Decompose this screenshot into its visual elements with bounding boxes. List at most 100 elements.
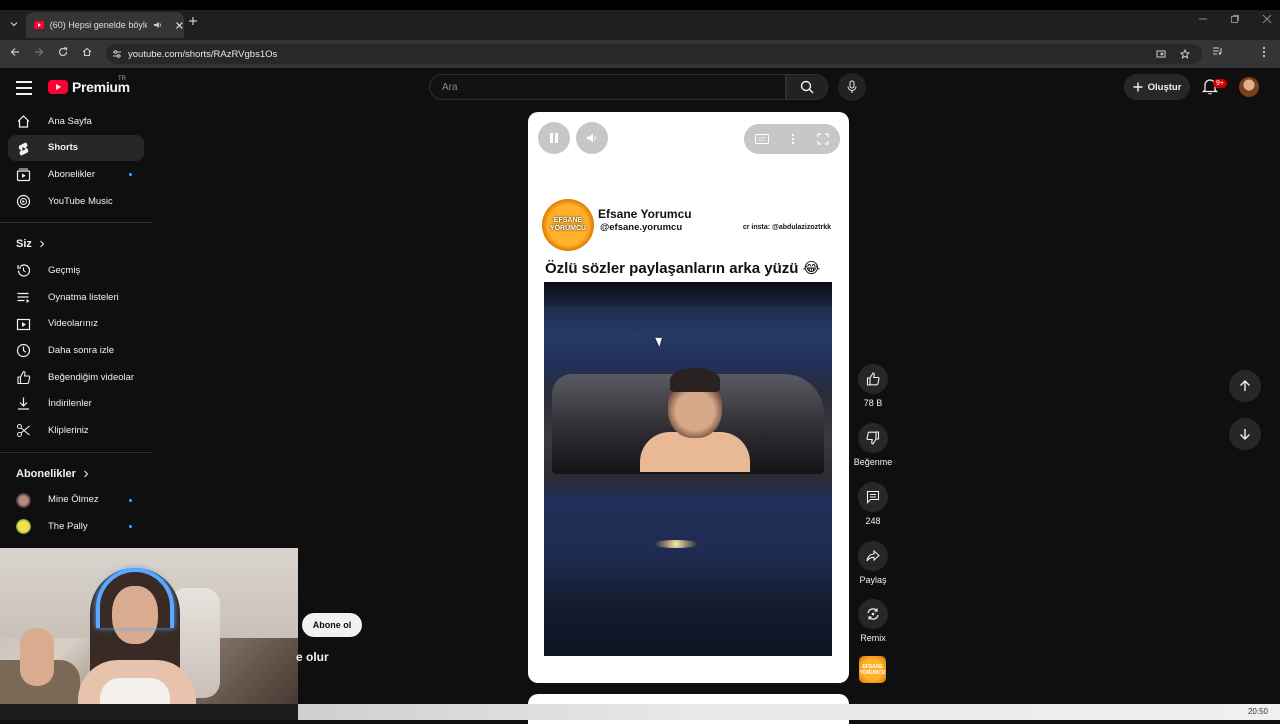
person-shirt xyxy=(640,432,750,472)
short-player[interactable]: CC EFSANE YORUMCU Efsane Yorumcu @efsane… xyxy=(528,112,849,683)
video-frame[interactable] xyxy=(544,282,832,656)
sidebar-item-label: Abonelikler xyxy=(48,168,95,180)
new-tab-button[interactable] xyxy=(188,16,198,26)
playlists-icon xyxy=(17,292,30,303)
tab-title: (60) Hepsi genelde böyle ol xyxy=(49,20,148,30)
sidebar-item-youtube-music[interactable]: YouTube Music xyxy=(0,188,152,215)
tab-search-button[interactable] xyxy=(4,14,24,34)
next-short-button[interactable] xyxy=(1229,418,1261,450)
subscriptions-title-text: Abonelikler xyxy=(16,467,76,480)
dislike-button[interactable]: Beğenme xyxy=(852,423,894,467)
subscription-item[interactable]: The Pally xyxy=(0,513,152,540)
subscription-item[interactable]: Mine Ölmez xyxy=(0,487,152,514)
downloads-icon xyxy=(18,397,29,410)
arrow-down-icon xyxy=(1240,429,1250,440)
url-text: youtube.com/shorts/RAzRVgbs1Os xyxy=(128,48,278,60)
close-tab-icon[interactable] xyxy=(175,21,184,30)
search-input[interactable]: Ara xyxy=(429,74,786,100)
chevron-down-icon xyxy=(10,22,18,27)
restore-icon[interactable] xyxy=(1230,14,1240,24)
previous-short-button[interactable] xyxy=(1229,370,1261,402)
subscription-label: The Pally xyxy=(48,520,88,532)
speaker-icon[interactable] xyxy=(153,20,163,30)
you-section-title[interactable]: Siz xyxy=(0,231,152,257)
youtube-play-icon xyxy=(48,80,68,94)
create-button[interactable]: Oluştur xyxy=(1124,74,1190,100)
door-handle-light xyxy=(654,540,698,548)
more-options-icon[interactable] xyxy=(791,133,795,145)
bookmark-star-icon[interactable] xyxy=(1180,49,1190,59)
sidebar-item-daha-sonra-izle[interactable]: Daha sonra izle xyxy=(0,337,152,364)
like-button[interactable]: 78 B xyxy=(852,364,894,408)
home-icon xyxy=(17,115,30,128)
more-vert-icon[interactable] xyxy=(1262,46,1266,58)
remix-icon xyxy=(867,608,879,620)
user-avatar[interactable] xyxy=(1239,77,1259,97)
clock: 20:50 xyxy=(1247,707,1268,716)
subscribe-button[interactable]: Abone ol xyxy=(302,613,362,637)
partial-title-text: e olur xyxy=(296,650,329,664)
browser-tab[interactable]: (60) Hepsi genelde böyle ol xyxy=(26,12,184,38)
plus-icon xyxy=(189,17,197,25)
minimize-icon[interactable] xyxy=(1198,14,1208,24)
sidebar-item-abonelikler[interactable]: Abonelikler xyxy=(0,161,152,188)
reload-icon[interactable] xyxy=(58,47,68,57)
channel-logo[interactable]: EFSANE YORUMCU xyxy=(542,199,594,251)
sidebar-item-be-endi-im-videolar[interactable]: Beğendiğim videolar xyxy=(0,364,152,391)
watch-later-icon xyxy=(16,344,31,358)
clips-icon xyxy=(17,423,30,437)
search-placeholder: Ara xyxy=(442,81,458,93)
sidebar-item-i-ndirilenler[interactable]: İndirilenler xyxy=(0,390,152,417)
channel-avatar xyxy=(16,492,31,508)
channel-handle[interactable]: @efsane.yorumcu xyxy=(600,222,682,233)
sidebar-item-label: Videolarınız xyxy=(48,318,98,330)
new-content-dot xyxy=(129,498,132,502)
fullscreen-icon[interactable] xyxy=(817,133,829,145)
channel-avatar xyxy=(16,519,31,535)
share-button[interactable]: Paylaş xyxy=(852,541,894,585)
home-icon[interactable] xyxy=(82,47,92,57)
pause-button[interactable] xyxy=(538,122,570,154)
sidebar-item-klipleriniz[interactable]: Klipleriniz xyxy=(0,417,152,444)
remix-button[interactable]: Remix xyxy=(852,599,894,643)
liked-icon xyxy=(17,370,31,384)
chevron-right-icon xyxy=(40,241,45,248)
svg-text:CC: CC xyxy=(758,137,766,143)
sidebar-item-label: Ana Sayfa xyxy=(48,115,92,127)
sidebar-item-ana-sayfa[interactable]: Ana Sayfa xyxy=(0,108,152,135)
sidebar-item-label: YouTube Music xyxy=(48,195,113,207)
youtube-premium-logo[interactable]: Premium TR xyxy=(48,76,130,95)
volume-button[interactable] xyxy=(576,122,608,154)
channel-logo-line1: EFSANE xyxy=(553,217,583,224)
your-videos-icon xyxy=(16,318,31,330)
comments-button[interactable]: 248 xyxy=(852,482,894,526)
sidebar-item-videolar-n-z[interactable]: Videolarınız xyxy=(0,311,152,338)
media-control-icon[interactable] xyxy=(1212,46,1223,56)
forward-icon[interactable] xyxy=(34,47,44,57)
url-field[interactable]: youtube.com/shorts/RAzRVgbs1Os xyxy=(106,44,1202,64)
sidebar-item-shorts[interactable]: Shorts xyxy=(8,134,144,162)
voice-search-button[interactable] xyxy=(838,73,866,101)
subscriptions-icon xyxy=(16,168,31,182)
window-controls xyxy=(1198,14,1272,24)
subscriptions-section-title[interactable]: Abonelikler xyxy=(0,461,152,487)
cast-icon[interactable] xyxy=(1156,49,1166,59)
webcam-person-hand xyxy=(20,628,54,686)
close-window-icon[interactable] xyxy=(1262,14,1272,24)
closed-captions-icon[interactable]: CC xyxy=(755,134,769,144)
menu-icon[interactable] xyxy=(16,81,32,99)
new-content-dot xyxy=(129,525,132,529)
sidebar-item-label: Shorts xyxy=(48,142,79,154)
channel-avatar-mini[interactable]: EFSANE YORUMCU xyxy=(859,656,886,683)
channel-name[interactable]: Efsane Yorumcu xyxy=(598,207,692,221)
comment-count: 248 xyxy=(865,516,881,526)
search-button[interactable] xyxy=(786,74,828,100)
you-title-text: Siz xyxy=(16,238,32,251)
thumbs-down-icon xyxy=(866,431,880,445)
back-icon[interactable] xyxy=(10,47,20,57)
site-settings-icon[interactable] xyxy=(112,49,122,59)
share-icon xyxy=(866,549,880,562)
sidebar-item-oynatma-listeleri[interactable]: Oynatma listeleri xyxy=(0,284,152,311)
shorts-icon xyxy=(18,142,29,156)
sidebar-item-ge-mi-[interactable]: Geçmiş xyxy=(0,257,152,284)
